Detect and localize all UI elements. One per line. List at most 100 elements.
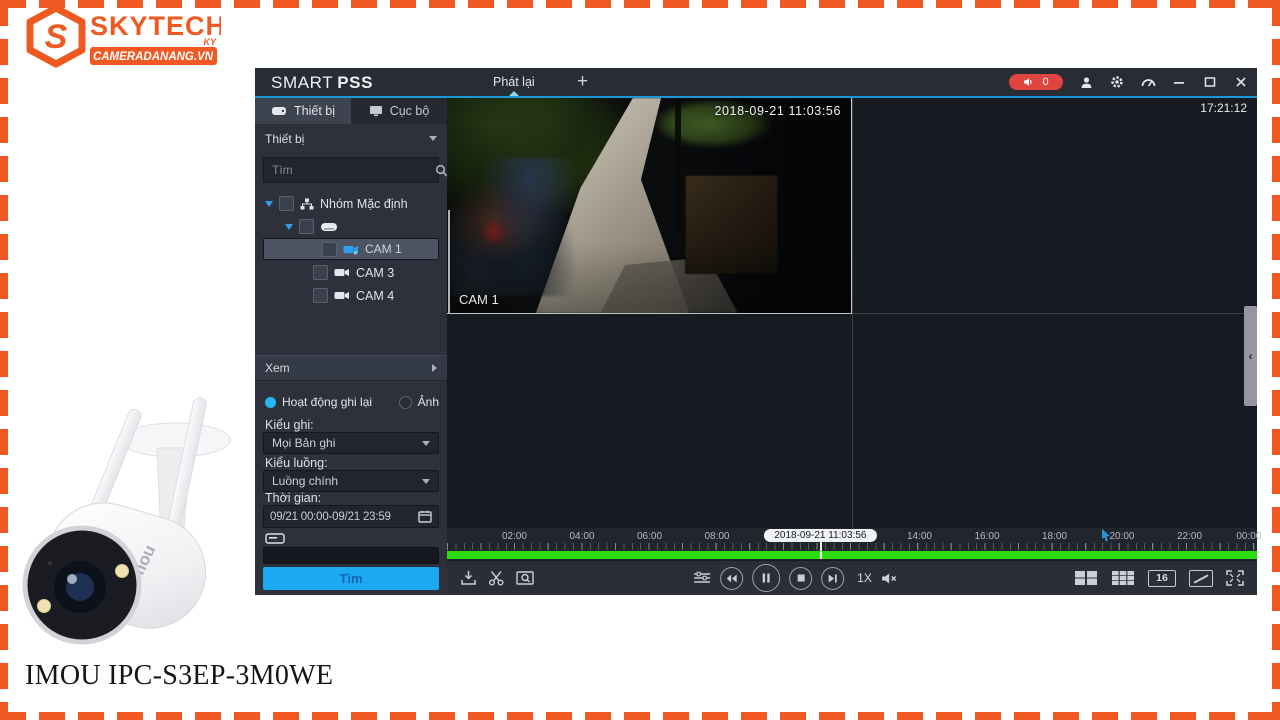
calendar-icon[interactable] <box>418 510 432 523</box>
expand-arrow-icon[interactable] <box>285 223 293 230</box>
logo-s-icon: S <box>45 18 68 56</box>
video-frame <box>447 98 851 313</box>
camera-checkbox[interactable] <box>322 241 337 257</box>
timeline-playhead[interactable] <box>820 541 823 559</box>
timeline-playhead-label: 2018-09-21 11:03:56 <box>764 529 877 542</box>
group-checkbox[interactable] <box>279 196 294 211</box>
logo-badge: KY <box>203 37 216 47</box>
user-button[interactable] <box>1078 74 1094 90</box>
view-section-header[interactable]: Xem <box>255 355 447 381</box>
pause-button[interactable] <box>752 564 781 592</box>
camera-lens-highlight <box>67 574 77 584</box>
minimize-button[interactable] <box>1171 74 1187 90</box>
app-logo: SMART PSS <box>271 73 373 93</box>
timeline-record-bar[interactable] <box>447 551 1257 559</box>
camera-checkbox[interactable] <box>313 288 328 303</box>
split-4-button[interactable] <box>1074 570 1098 586</box>
video-grid: 2018-09-21 11:03:56 CAM 1 ‹ <box>447 98 1257 528</box>
camera-label: CAM 1 <box>365 242 402 256</box>
sidebar-tab-device-label: Thiết bị <box>294 104 335 118</box>
camera-icon <box>334 292 349 299</box>
layout-controls: 16 <box>1074 569 1244 587</box>
device-filter-icon[interactable] <box>265 533 285 547</box>
download-button[interactable] <box>460 570 477 586</box>
record-type-value: Mọi Bản ghi <box>272 436 336 450</box>
sidebar: Thiết bị Cục bộ Thiết bị Tìm Nhóm Mặc đị… <box>255 98 447 595</box>
alarm-counter-button[interactable]: 0 <box>1009 74 1063 90</box>
settings-button[interactable] <box>1109 74 1125 90</box>
sidebar-tabs: Thiết bị Cục bộ <box>255 98 447 124</box>
playback-controls: 1X <box>693 564 897 592</box>
add-tab-button[interactable]: + <box>577 71 588 93</box>
logo-site: CAMERADANANG.VN <box>93 51 214 63</box>
tree-camera-row-4[interactable]: CAM 4 <box>255 284 447 307</box>
device-icon <box>272 107 286 115</box>
time-range-field[interactable]: 09/21 00:00-09/21 23:59 <box>263 505 439 528</box>
panel-collapse-handle[interactable]: ‹ <box>1244 306 1257 406</box>
device-filter-input[interactable] <box>263 547 439 564</box>
titlebar-actions: 0 <box>1009 68 1249 96</box>
digital-zoom-button[interactable] <box>516 570 535 586</box>
radio-picture-label: Ảnh <box>417 395 439 409</box>
maximize-button[interactable] <box>1202 74 1218 90</box>
sidebar-tab-device[interactable]: Thiết bị <box>255 98 351 124</box>
camera-label: CAM 4 <box>356 288 395 303</box>
record-type-label: Kiểu ghi: <box>265 418 314 432</box>
radio-picture[interactable] <box>398 395 412 409</box>
timeline-tick: 08:00 <box>704 531 730 542</box>
rewind-icon <box>726 574 737 582</box>
playback-settings-button[interactable] <box>693 571 711 585</box>
radio-record-activity[interactable] <box>265 396 276 408</box>
tree-group-label: Nhóm Mặc định <box>320 196 408 211</box>
stop-button[interactable] <box>789 566 813 590</box>
rewind-button[interactable] <box>720 566 744 590</box>
tab-playback[interactable]: Phát lại <box>477 68 551 96</box>
system-clock: 17:21:12 <box>1200 101 1247 115</box>
split-9-button[interactable] <box>1111 570 1135 586</box>
device-checkbox[interactable] <box>299 219 314 234</box>
dashboard-button[interactable] <box>1140 74 1156 90</box>
minimize-icon <box>1174 82 1184 84</box>
chevron-down-icon <box>422 440 430 446</box>
expand-arrow-icon[interactable] <box>265 200 273 207</box>
gear-icon <box>1111 76 1123 88</box>
tree-group-row[interactable]: Nhóm Mặc định <box>255 192 447 215</box>
search-icon[interactable] <box>435 164 447 177</box>
search-button[interactable]: Tìm <box>263 567 439 590</box>
camera-checkbox[interactable] <box>313 265 328 280</box>
timeline-tick: 06:00 <box>636 531 663 542</box>
tree-device-row[interactable] <box>255 215 447 238</box>
monitor-icon <box>369 106 382 116</box>
timeline-tick: 20:00 <box>1109 531 1135 542</box>
clip-scissors-button[interactable] <box>488 570 505 586</box>
mute-button[interactable] <box>881 572 897 585</box>
speed-indicator[interactable]: 1X <box>857 571 872 585</box>
skytech-logo: S SKYTECH KY CAMERADANANG.VN <box>16 4 225 76</box>
record-type-select[interactable]: Mọi Bản ghi <box>263 432 439 454</box>
tree-camera-row-1[interactable]: CAM 1 <box>263 238 439 260</box>
video-pane-cam1[interactable]: 2018-09-21 11:03:56 CAM 1 <box>447 98 852 314</box>
sidebar-tab-local[interactable]: Cục bộ <box>351 98 447 124</box>
smartpss-window: SMART PSS Phát lại + 0 17:21:12 Thiết bị… <box>255 68 1261 595</box>
search-input[interactable] <box>264 163 435 177</box>
close-button[interactable] <box>1233 74 1249 90</box>
custom-split-button[interactable] <box>1189 569 1213 587</box>
stream-type-select[interactable]: Luồng chính <box>263 470 439 492</box>
device-group-dropdown[interactable]: Thiết bị <box>255 126 447 151</box>
next-frame-icon <box>828 574 837 582</box>
page-border-right <box>1272 0 1280 720</box>
next-frame-button[interactable] <box>821 566 845 590</box>
page-border-bottom <box>0 712 1280 720</box>
product-image: imou <box>10 380 245 653</box>
chevron-down-icon <box>429 136 437 141</box>
timeline-tick: 18:00 <box>1041 531 1068 542</box>
split-16-button[interactable]: 16 <box>1148 569 1176 587</box>
speaker-icon <box>1024 78 1033 86</box>
fullscreen-button[interactable] <box>1226 570 1244 586</box>
timeline-tick: 14:00 <box>906 531 932 542</box>
device-group-dropdown-value: Thiết bị <box>265 131 305 146</box>
timeline-tick: 16:00 <box>974 531 1000 542</box>
timeline-tick: 02:00 <box>501 531 527 542</box>
timeline[interactable]: 02:00 04:00 06:00 08:00 14:00 16:00 18:0… <box>447 528 1261 561</box>
tree-camera-row-3[interactable]: CAM 3 <box>255 261 447 284</box>
